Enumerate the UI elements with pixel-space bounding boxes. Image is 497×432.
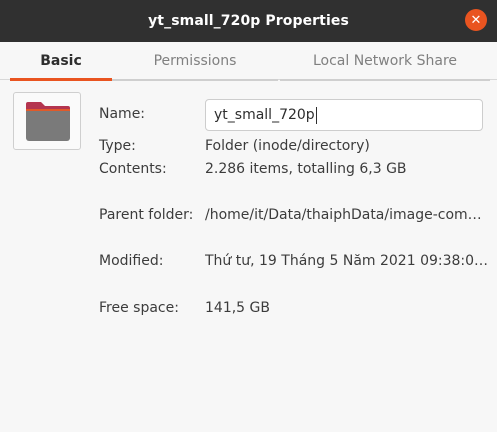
name-label: Name: (99, 106, 146, 122)
tab-local-network-share-label: Local Network Share (312, 53, 458, 69)
parent-folder-value: /home/it/Data/thaiphData/image-com… (205, 207, 482, 223)
name-input[interactable]: yt_small_720p (205, 99, 483, 131)
free-space-label: Free space: (99, 300, 179, 316)
tab-basic-label: Basic (40, 53, 82, 69)
tab-local-network-share[interactable]: Local Network Share (280, 42, 490, 81)
folder-icon-button[interactable] (13, 92, 81, 150)
basic-panel: Name: yt_small_720p Type: Folder (inode/… (0, 81, 497, 432)
tab-bar: Basic Permissions Local Network Share (0, 42, 497, 81)
window-title: yt_small_720p Properties (148, 13, 349, 29)
text-caret (315, 106, 317, 124)
close-icon: ✕ (470, 12, 482, 28)
name-input-value: yt_small_720p (214, 107, 315, 123)
close-button[interactable]: ✕ (465, 9, 487, 31)
tab-basic[interactable]: Basic (10, 42, 112, 81)
modified-label: Modified: (99, 253, 164, 269)
contents-value: 2.286 items, totalling 6,3 GB (205, 161, 407, 177)
contents-label: Contents: (99, 161, 167, 177)
tab-permissions-label: Permissions (153, 53, 237, 69)
type-label: Type: (99, 138, 136, 154)
free-space-value: 141,5 GB (205, 300, 270, 316)
type-value: Folder (inode/directory) (205, 138, 370, 154)
folder-icon (26, 102, 70, 141)
modified-value: Thứ tư, 19 Tháng 5 Năm 2021 09:38:06 +07 (205, 253, 493, 269)
tab-permissions[interactable]: Permissions (112, 42, 278, 81)
parent-folder-label: Parent folder: (99, 207, 194, 223)
title-bar: yt_small_720p Properties ✕ (0, 0, 497, 42)
